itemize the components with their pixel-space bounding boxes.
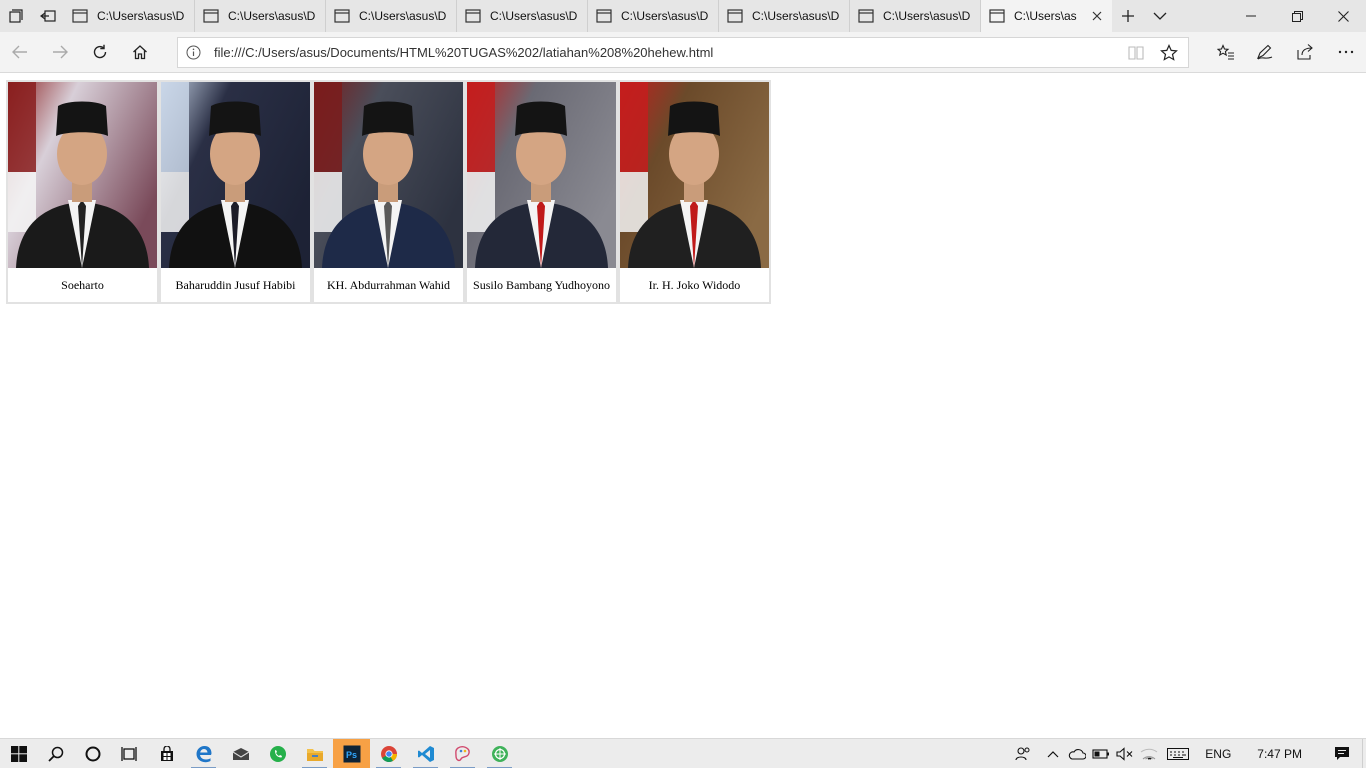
search-icon[interactable] (37, 739, 74, 768)
whatsapp-icon[interactable] (259, 739, 296, 768)
president-name: Baharuddin Jusuf Habibi (175, 278, 296, 292)
chrome-icon[interactable] (370, 739, 407, 768)
portrait-photo (8, 82, 157, 268)
page-icon (203, 9, 219, 23)
refresh-icon[interactable] (86, 38, 114, 66)
portrait-photo (467, 82, 616, 268)
portrait-photo (620, 82, 769, 268)
tab-title: C:\Users\asus\D (490, 9, 578, 23)
page-icon (465, 9, 481, 23)
paint-3d-icon[interactable] (444, 739, 481, 768)
photoshop-icon[interactable]: Ps (333, 738, 370, 768)
page-icon (989, 9, 1005, 23)
edge-icon[interactable] (185, 739, 222, 768)
more-icon[interactable] (1332, 38, 1360, 66)
show-desktop-button[interactable] (1362, 738, 1366, 768)
browser-tab[interactable]: C:\Users\asus\D (588, 0, 719, 32)
portrait-photo (314, 82, 463, 268)
people-icon[interactable] (1011, 739, 1035, 768)
page-icon (727, 9, 743, 23)
minimize-icon[interactable] (1228, 0, 1274, 32)
page-icon (858, 9, 874, 23)
file-explorer-icon[interactable] (296, 739, 333, 768)
page-icon (72, 9, 88, 23)
windows-taskbar: Ps ENG 7:47 PM (0, 738, 1366, 768)
battery-icon[interactable] (1089, 739, 1113, 768)
system-tray: ENG 7:47 PM (1011, 738, 1366, 768)
set-aside-tabs-icon[interactable] (32, 0, 64, 32)
chevron-down-icon[interactable] (1144, 0, 1176, 32)
tab-title: C:\Users\asus\D (97, 9, 185, 23)
tab-title: C:\Users\as (1014, 9, 1077, 23)
president-name: Susilo Bambang Yudhoyono (473, 278, 610, 292)
wifi-icon[interactable] (1137, 739, 1161, 768)
favorites-hub-icon[interactable] (1212, 38, 1240, 66)
browser-tab[interactable]: C:\Users\asus\D (64, 0, 195, 32)
tab-title: C:\Users\asus\D (883, 9, 971, 23)
cortana-icon[interactable] (74, 739, 111, 768)
browser-tab[interactable]: C:\Users\asus\D (326, 0, 457, 32)
tab-manager-icon[interactable] (0, 0, 32, 32)
window-controls (1228, 0, 1366, 32)
notification-icon[interactable] (1322, 739, 1362, 768)
store-icon[interactable] (148, 739, 185, 768)
address-text[interactable]: file:///C:/Users/asus/Documents/HTML%20T… (214, 45, 713, 60)
clock[interactable]: 7:47 PM (1241, 747, 1322, 761)
windows-start-icon[interactable] (0, 739, 37, 768)
svg-text:Ps: Ps (346, 750, 357, 760)
president-card: Susilo Bambang Yudhoyono (465, 80, 618, 304)
president-name: Soeharto (61, 278, 104, 292)
president-card: Baharuddin Jusuf Habibi (159, 80, 312, 304)
chevron-up-icon[interactable] (1041, 739, 1065, 768)
restore-icon[interactable] (1274, 0, 1320, 32)
browser-tab[interactable]: C:\Users\asus\D (850, 0, 981, 32)
browser-toolbar: file:///C:/Users/asus/Documents/HTML%20T… (0, 32, 1366, 73)
green-app-icon[interactable] (481, 739, 518, 768)
page-icon (596, 9, 612, 23)
president-card: Soeharto (6, 80, 159, 304)
tab-title: C:\Users\asus\D (359, 9, 447, 23)
info-icon[interactable] (186, 45, 201, 60)
president-name: Ir. H. Joko Widodo (648, 278, 741, 292)
tab-title: C:\Users\asus\D (752, 9, 840, 23)
star-icon[interactable] (1160, 44, 1178, 62)
new-tab-icon[interactable] (1112, 0, 1144, 32)
address-bar[interactable]: file:///C:/Users/asus/Documents/HTML%20T… (177, 37, 1189, 68)
president-gallery: Soeharto Baharuddin Jusuf Habibi KH. Abdur… (6, 80, 771, 304)
back-arrow-icon[interactable] (6, 38, 34, 66)
portrait-photo (161, 82, 310, 268)
mail-icon[interactable] (222, 739, 259, 768)
volume-muted-icon[interactable] (1113, 739, 1137, 768)
browser-tab-bar: C:\Users\asus\D C:\Users\asus\D C:\Users… (0, 0, 1366, 32)
browser-tab[interactable]: C:\Users\asus\D (719, 0, 850, 32)
language-indicator[interactable]: ENG (1195, 747, 1241, 761)
task-view-icon[interactable] (111, 739, 148, 768)
forward-arrow-icon[interactable] (46, 38, 74, 66)
browser-tab[interactable]: C:\Users\asus\D (457, 0, 588, 32)
home-icon[interactable] (126, 38, 154, 66)
page-icon (334, 9, 350, 23)
close-window-icon[interactable] (1320, 0, 1366, 32)
onedrive-icon[interactable] (1065, 739, 1089, 768)
share-icon[interactable] (1291, 38, 1319, 66)
browser-tab-active[interactable]: C:\Users\as (981, 0, 1112, 32)
browser-tab[interactable]: C:\Users\asus\D (195, 0, 326, 32)
vscode-icon[interactable] (407, 739, 444, 768)
president-card: Ir. H. Joko Widodo (618, 80, 771, 304)
pen-icon[interactable] (1251, 38, 1279, 66)
president-card: KH. Abdurrahman Wahid (312, 80, 465, 304)
reading-view-icon[interactable] (1128, 45, 1144, 61)
tab-title: C:\Users\asus\D (621, 9, 709, 23)
president-name: KH. Abdurrahman Wahid (326, 278, 451, 292)
close-tab-icon[interactable] (1090, 9, 1104, 23)
keyboard-icon[interactable] (1161, 739, 1195, 768)
tab-title: C:\Users\asus\D (228, 9, 316, 23)
